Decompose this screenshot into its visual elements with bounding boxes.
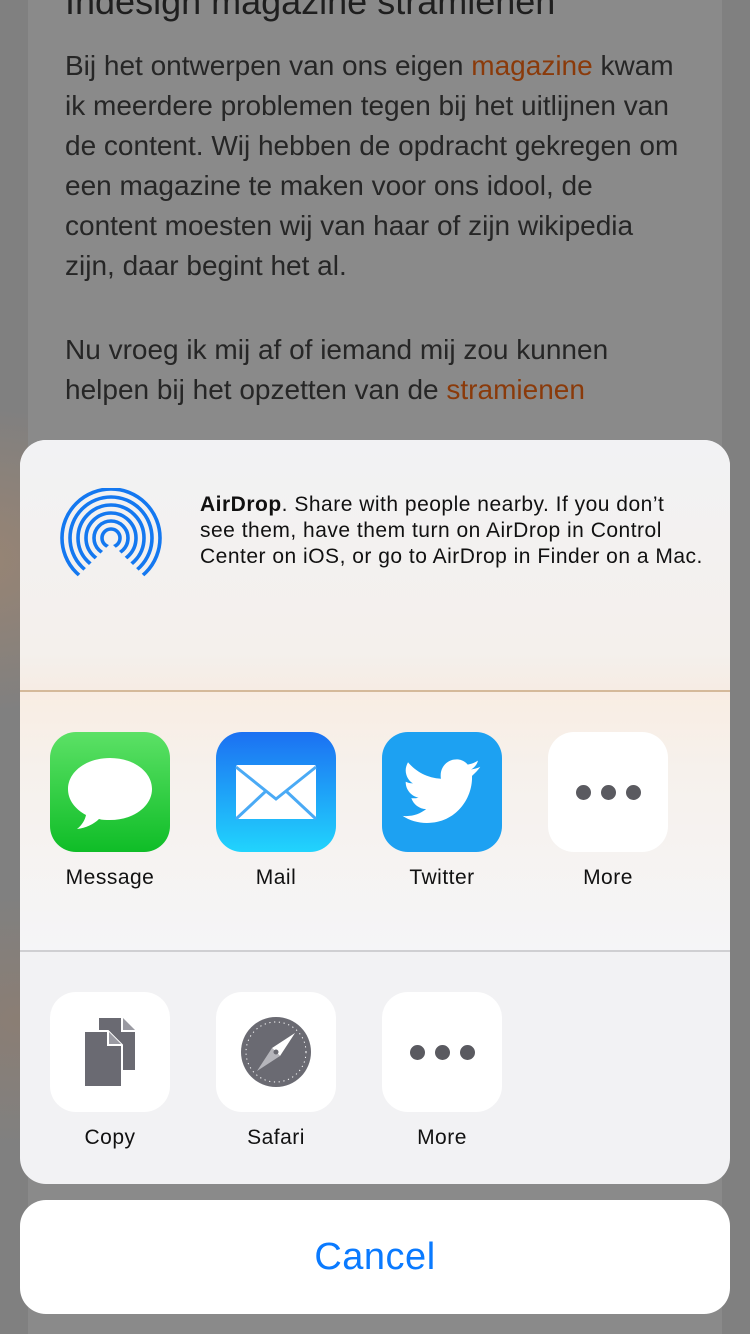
action-label: Copy [84, 1126, 136, 1149]
safari-icon [216, 992, 336, 1112]
message-icon [50, 732, 170, 852]
app-label: Twitter [409, 866, 475, 889]
airdrop-title: AirDrop [200, 493, 282, 516]
twitter-icon [382, 732, 502, 852]
article-paragraph: Nu vroeg ik mij af of iemand mij zou kun… [65, 334, 609, 405]
more-icon [382, 992, 502, 1112]
share-more-button[interactable]: More [548, 732, 668, 890]
article-heading: Indesign magazine stramienen [65, 0, 556, 22]
airdrop-icon [60, 488, 162, 588]
airdrop-description: AirDrop. Share with people nearby. If yo… [200, 493, 703, 568]
article-paragraph: Bij het ontwerpen van ons eigen magazine… [65, 50, 679, 281]
stramienen-link[interactable]: stramienen [446, 374, 585, 405]
copy-icon [50, 992, 170, 1112]
mail-icon [216, 732, 336, 852]
share-sheet: AirDrop. Share with people nearby. If yo… [20, 440, 730, 1184]
action-more-button[interactable]: More [382, 992, 502, 1150]
cancel-button[interactable]: Cancel [20, 1200, 730, 1314]
share-twitter-button[interactable]: Twitter [382, 732, 502, 890]
action-label: Safari [247, 1126, 305, 1149]
app-label: More [583, 866, 633, 889]
more-icon [548, 732, 668, 852]
action-safari-button[interactable]: Safari [216, 992, 336, 1150]
action-copy-button[interactable]: Copy [50, 992, 170, 1150]
app-label: Mail [255, 866, 297, 889]
divider [20, 950, 730, 952]
app-label: Message [65, 866, 155, 889]
magazine-link[interactable]: magazine [471, 50, 592, 81]
article-content: Indesign magazine stramienen Bij het ont… [65, 0, 685, 410]
action-label: More [417, 1126, 467, 1149]
share-mail-button[interactable]: Mail [216, 732, 336, 890]
airdrop-section[interactable]: AirDrop. Share with people nearby. If yo… [20, 440, 730, 690]
share-message-button[interactable]: Message [50, 732, 170, 890]
